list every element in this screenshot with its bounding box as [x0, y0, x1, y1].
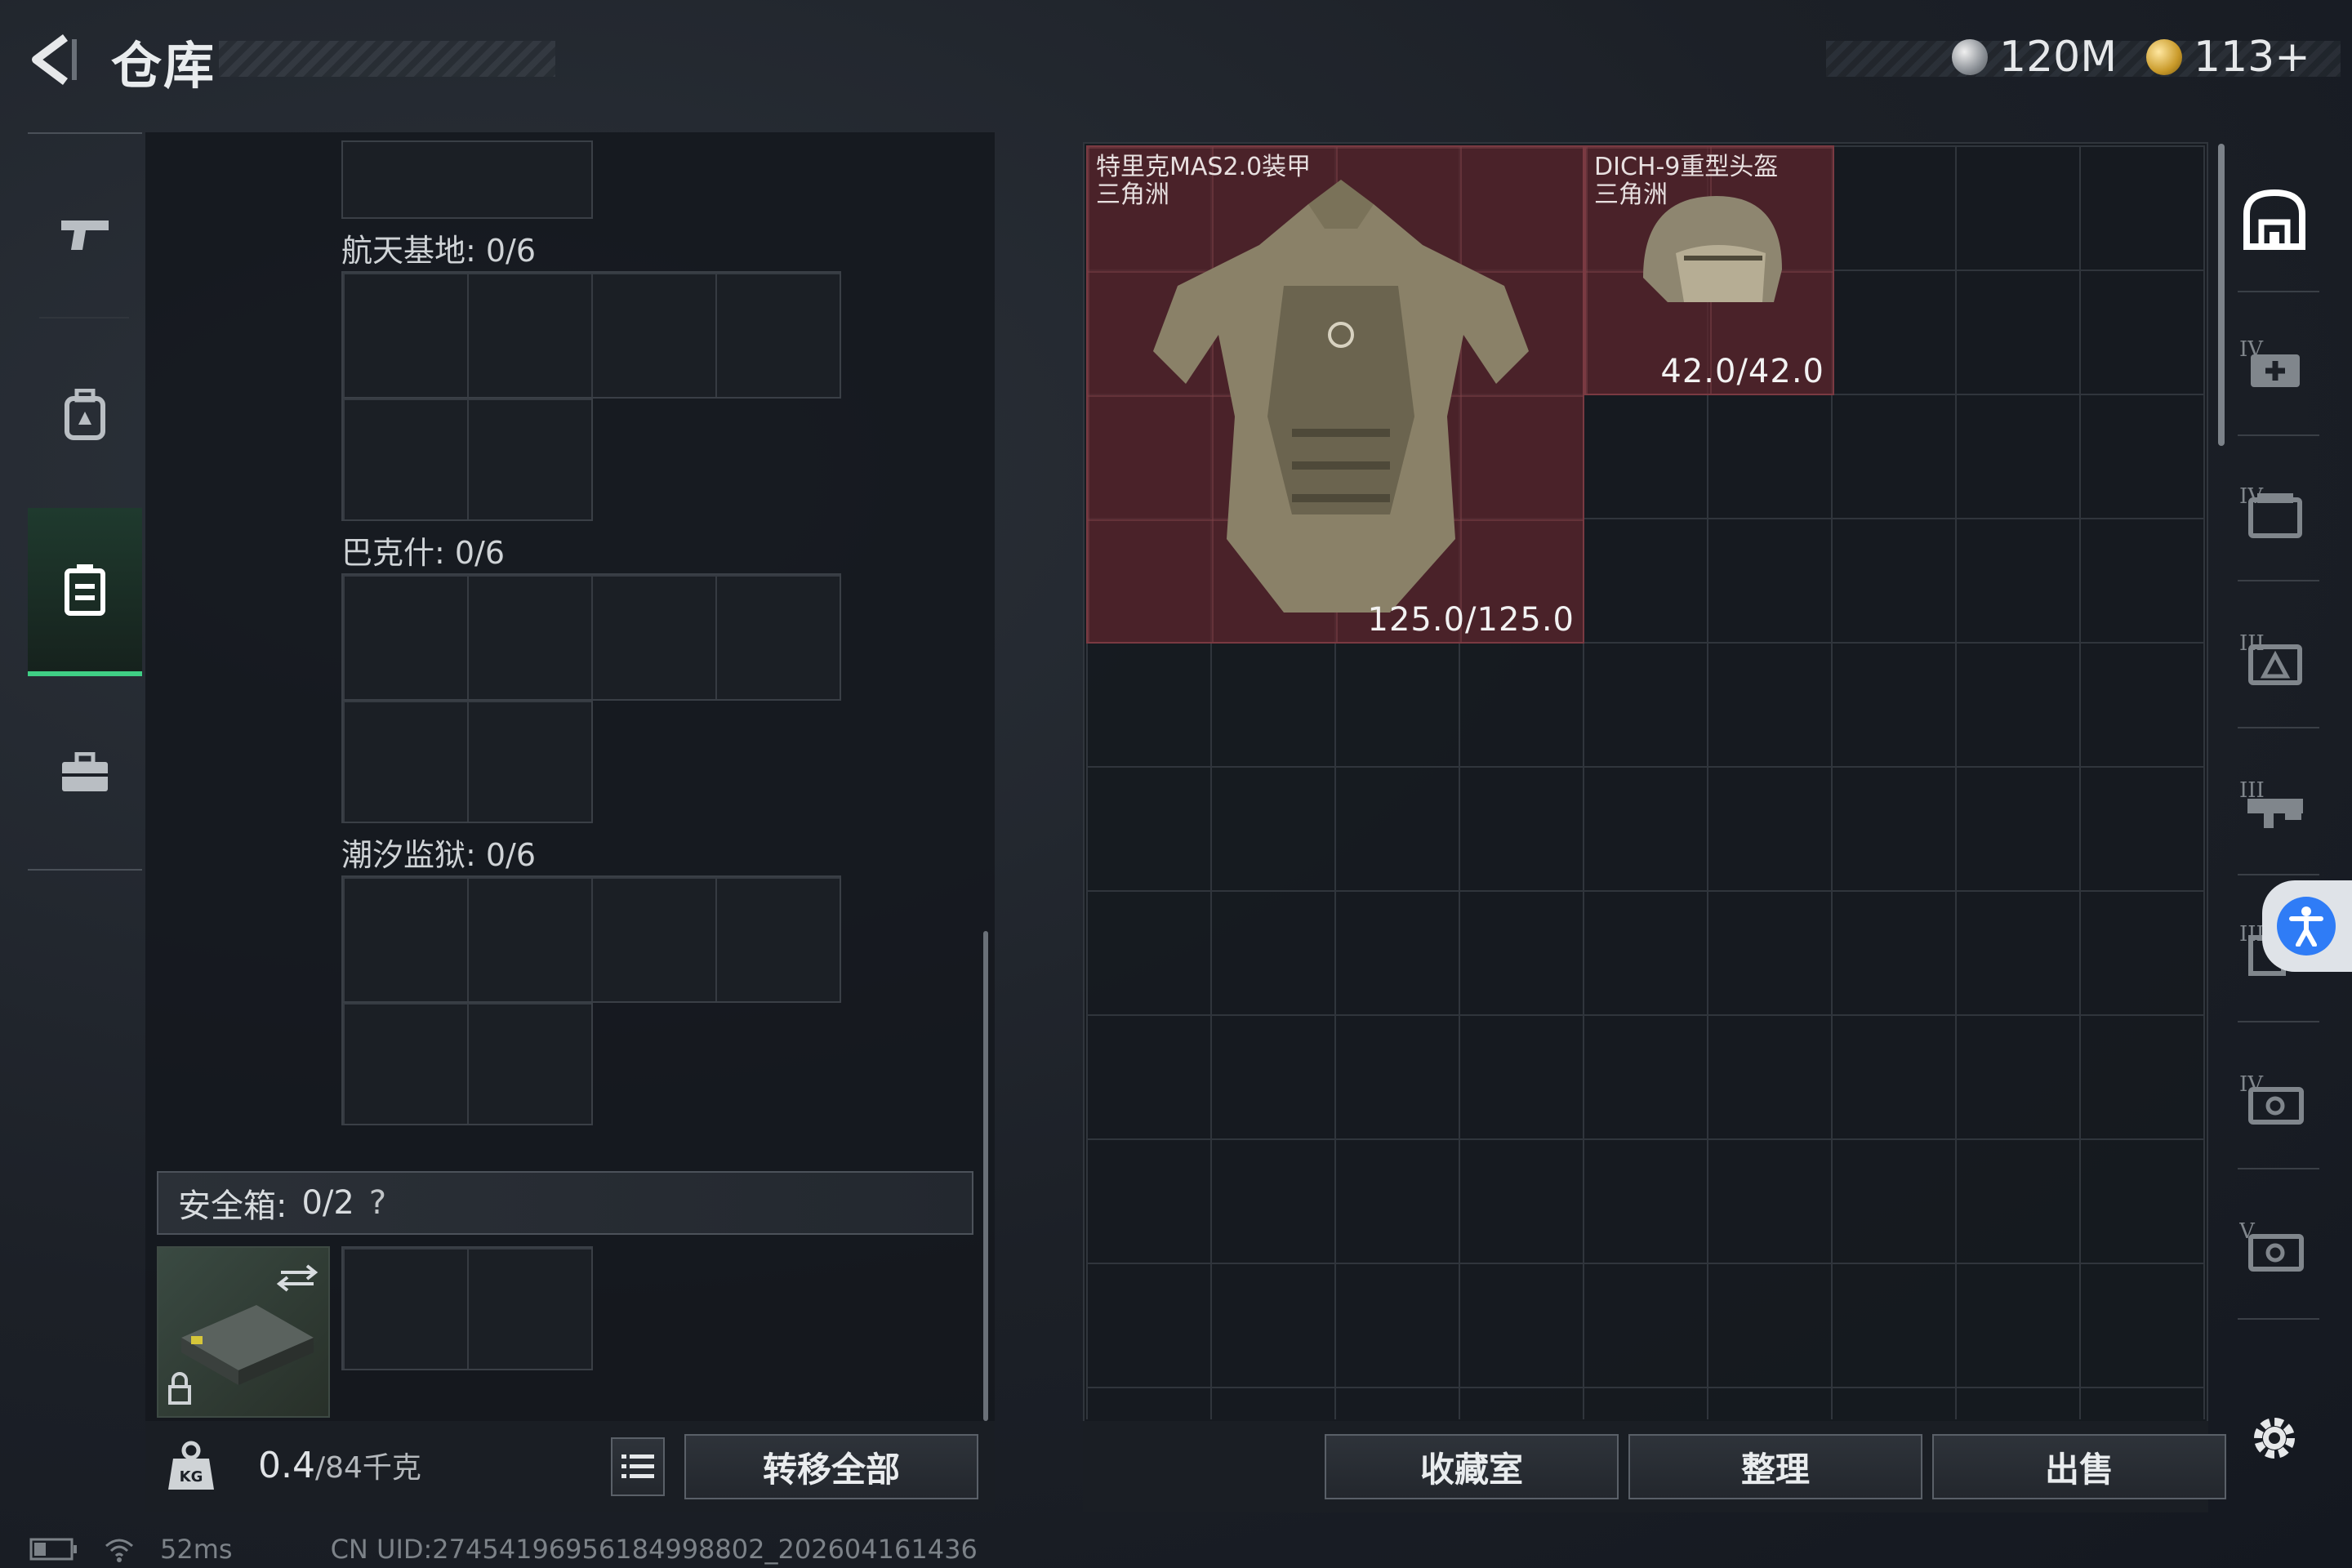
sidebar-ammo-case[interactable]: III: [2231, 596, 2318, 719]
sidebar-keycard-case[interactable]: IV: [2231, 1037, 2318, 1160]
armor-durability: 125.0/125.0: [1367, 601, 1575, 639]
map-label-spacebase: 航天基地: 0/6: [341, 233, 537, 269]
helmet-name: DICH-9重型头盔 三角洲: [1594, 153, 1779, 209]
weight-icon: KG: [167, 1441, 216, 1491]
organize-button[interactable]: 整理: [1628, 1434, 1922, 1499]
document-case-icon: IV: [2239, 484, 2302, 538]
battery-icon: [29, 1538, 77, 1561]
container-slot-partial[interactable]: [341, 140, 593, 219]
top-bar: 仓库 120M 113+: [0, 0, 2352, 122]
map-label-bakhsh: 巴克什: 0/6: [341, 535, 506, 571]
sidebar-stash-home[interactable]: [2231, 158, 2318, 281]
list-icon: [621, 1454, 654, 1478]
map-label-tide-prison: 潮汐监狱: 0/6: [341, 837, 537, 873]
home-stash-icon: [2243, 189, 2305, 250]
safebox-item[interactable]: [157, 1246, 330, 1418]
collection-room-button[interactable]: 收藏室: [1325, 1434, 1619, 1499]
sidebar-divider: [2238, 434, 2319, 436]
toolbox-icon: [62, 752, 108, 791]
left-scrollbar[interactable]: [983, 931, 988, 1421]
back-arrow-icon: [32, 34, 77, 85]
currency-gold[interactable]: 113+: [2146, 33, 2310, 82]
sidebar-divider: [2238, 874, 2319, 875]
weapon-case-icon: III: [2239, 778, 2303, 828]
sidebar-divider: [2238, 1021, 2319, 1022]
container-grid-bakhsh-bottom[interactable]: [341, 699, 593, 823]
safebox-count: 0/2: [301, 1184, 354, 1222]
help-icon[interactable]: ?: [369, 1184, 386, 1222]
wifi-icon: [105, 1539, 133, 1562]
safebox-case-icon: [168, 1264, 318, 1405]
container-grid-tide-prison-bottom[interactable]: [341, 1001, 593, 1125]
settings-button[interactable]: [2246, 1410, 2303, 1467]
stash-scrollbar[interactable]: [2218, 144, 2225, 446]
chest-rig-icon: [65, 564, 105, 616]
currency-silver: 120M: [1952, 33, 2117, 82]
silver-coin-icon: [1952, 39, 1988, 75]
container-grid-bakhsh-top[interactable]: [341, 573, 841, 701]
back-button[interactable]: [24, 31, 82, 88]
helmet-durability: 42.0/42.0: [1660, 353, 1824, 390]
nav-toolbox[interactable]: [28, 691, 142, 854]
weight-max: /84千克: [314, 1451, 421, 1485]
sidebar-divider: [2238, 580, 2319, 581]
nav-chest-rig[interactable]: [28, 508, 142, 676]
safebox-label: 安全箱:: [178, 1187, 287, 1225]
sidebar-key-case[interactable]: V: [2231, 1184, 2318, 1307]
safebox-header: 安全箱: 0/2 ?: [157, 1171, 973, 1235]
safebox-grid[interactable]: [341, 1246, 593, 1370]
list-view-button[interactable]: [611, 1437, 665, 1496]
sidebar-divider: [2238, 727, 2319, 728]
nav-divider: [39, 317, 129, 318]
container-grid-tide-prison-top[interactable]: [341, 875, 841, 1003]
svg-text:KG: KG: [180, 1468, 203, 1486]
stash-item-helmet[interactable]: DICH-9重型头盔 三角洲 42.0/42.0: [1584, 145, 1834, 395]
nav-divider-top: [28, 132, 142, 134]
nav-weapons[interactable]: [28, 152, 142, 315]
sidebar-divider: [2238, 1318, 2319, 1320]
page-title: 仓库: [111, 36, 216, 96]
sidebar-divider: [2238, 1168, 2319, 1169]
container-grid-spacebase-top[interactable]: [341, 271, 841, 399]
uid-text: CN UID:27454196956184998802_202604161436: [330, 1534, 978, 1565]
body-armor-icon: [1153, 180, 1529, 612]
gold-coin-icon: [2146, 39, 2182, 75]
sell-button[interactable]: 出售: [1932, 1434, 2226, 1499]
sidebar-weapon-case[interactable]: III: [2231, 743, 2318, 866]
accessibility-button[interactable]: [2262, 880, 2352, 972]
currency-silver-value: 120M: [1999, 33, 2118, 82]
nav-divider-bottom: [28, 869, 142, 871]
keycard-case-icon: IV: [2239, 1072, 2304, 1125]
backpack-icon: [65, 389, 105, 440]
sidebar-medical-case[interactable]: IV: [2231, 302, 2318, 425]
ping-value: 52ms: [160, 1534, 233, 1565]
ammo-case-icon: III: [2239, 631, 2302, 685]
status-bar: 52ms CN UID:27454196956184998802_2026041…: [29, 1534, 978, 1565]
key-case-icon: V: [2239, 1219, 2304, 1272]
pistol-icon: [61, 220, 109, 250]
nav-backpack[interactable]: [28, 333, 142, 497]
weight-readout: 0.4/84千克: [258, 1444, 421, 1486]
armor-name: 特里克MAS2.0装甲 三角洲: [1096, 153, 1312, 209]
accessibility-icon: [2277, 897, 2336, 956]
title-decoration: [219, 41, 555, 77]
gear-icon: [2254, 1418, 2295, 1459]
sidebar-document-case[interactable]: IV: [2231, 449, 2318, 572]
container-grid-spacebase-bottom[interactable]: [341, 397, 593, 521]
medical-case-icon: IV: [2239, 337, 2300, 387]
currency-gold-value: 113+: [2194, 33, 2310, 82]
weight-value: 0.4: [258, 1445, 315, 1486]
stash-item-armor[interactable]: 特里克MAS2.0装甲 三角洲 125.0/125.0: [1086, 145, 1584, 644]
sidebar-divider: [2238, 291, 2319, 292]
transfer-all-button[interactable]: 转移全部: [684, 1434, 978, 1499]
